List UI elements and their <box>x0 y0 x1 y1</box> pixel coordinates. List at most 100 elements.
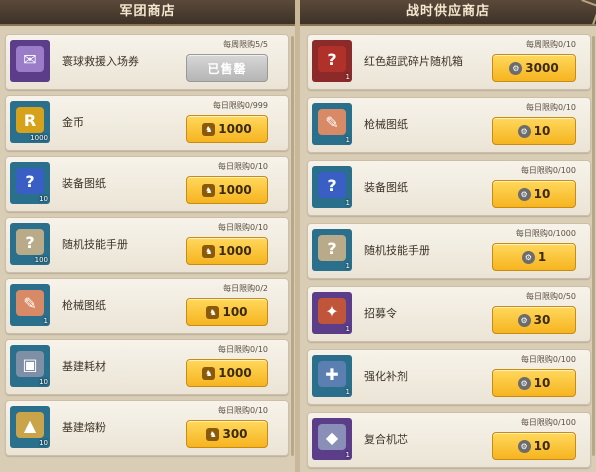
item-glyph: ◆ <box>318 424 346 450</box>
building-powder-icon[interactable]: ▲ 10 <box>10 406 50 448</box>
legion-currency-icon: ♞ <box>206 305 220 319</box>
buy-button[interactable]: ♞ 300 <box>186 420 268 448</box>
purchase-limit: 每日限购0/10 <box>218 345 268 354</box>
buy-button[interactable]: ⚙ 3000 <box>492 54 576 82</box>
item-glyph: ? <box>318 235 346 261</box>
mystery-blueprint-icon[interactable]: ? 10 <box>10 162 50 204</box>
item-name: 枪械图纸 <box>364 118 408 131</box>
item-name: 金币 <box>62 116 84 129</box>
purchase-limit: 每日限购0/2 <box>223 284 268 293</box>
ticket-icon[interactable]: ✉ <box>10 40 50 82</box>
price-label: 10 <box>533 187 551 201</box>
shop-item-row[interactable]: ? 1 装备图纸 每日限购0/100 ⚙ 10 <box>307 160 591 216</box>
buy-button[interactable]: ♞ 1000 <box>186 115 268 143</box>
price-label: 10 <box>533 124 551 138</box>
price-label: 1000 <box>218 244 252 258</box>
supply-token-icon: ⚙ <box>517 187 531 201</box>
item-name: 随机技能手册 <box>364 244 430 257</box>
syringe-icon[interactable]: ✚ 1 <box>312 355 352 397</box>
legion-shop-panel: 军团商店 ✉ 寰球救援入场券 每周限购5/5 已售罄 R 1000 金币 每日限购0/999 ♞… <box>0 0 295 472</box>
shop-item-row[interactable]: ▲ 10 基建熔粉 每日限购0/10 ♞ 300 <box>5 400 289 456</box>
skill-manual-icon[interactable]: ? 1 <box>312 229 352 271</box>
buy-button[interactable]: ⚙ 10 <box>492 117 576 145</box>
left-scrollbar[interactable] <box>291 36 294 456</box>
shop-item-row[interactable]: ▣ 10 基建耗材 每日限购0/10 ♞ 1000 <box>5 339 289 395</box>
supply-token-icon: ⚙ <box>517 439 531 453</box>
item-count: 1000 <box>30 134 48 142</box>
shop-item-row[interactable]: ✦ 1 招募令 每日限购0/50 ⚙ 30 <box>307 286 591 342</box>
supply-token-icon: ⚙ <box>517 313 531 327</box>
shop-item-row[interactable]: ✎ 1 枪械图纸 每日限购0/10 ⚙ 10 <box>307 97 591 153</box>
buy-button[interactable]: ♞ 1000 <box>186 359 268 387</box>
item-glyph: ✎ <box>16 290 44 316</box>
wartime-shop-title: 战时供应商店 <box>300 0 596 26</box>
item-name: 装备图纸 <box>62 177 106 190</box>
purchase-limit: 每日限购0/10 <box>218 162 268 171</box>
item-name: 装备图纸 <box>364 181 408 194</box>
wartime-shop-title-text: 战时供应商店 <box>405 4 490 19</box>
price-label: 300 <box>222 427 248 441</box>
item-count: 10 <box>39 378 48 386</box>
buy-button[interactable]: ♞ 1000 <box>186 237 268 265</box>
purchase-limit: 每日限购0/999 <box>212 101 268 110</box>
supply-token-icon: ⚙ <box>509 61 523 75</box>
item-count: 1 <box>345 325 350 333</box>
item-glyph: ✎ <box>318 109 346 135</box>
price-label: 3000 <box>525 61 559 75</box>
purchase-limit: 每日限购0/100 <box>520 418 576 427</box>
shop-item-row[interactable]: ? 1 随机技能手册 每日限购0/1000 ⚙ 1 <box>307 223 591 279</box>
shop-item-row[interactable]: ? 1 红色超武碎片随机箱 每周限购0/10 ⚙ 3000 <box>307 34 591 90</box>
purchase-limit: 每日限购0/10 <box>218 223 268 232</box>
item-count: 1 <box>345 199 350 207</box>
buy-button[interactable]: ⚙ 30 <box>492 306 576 334</box>
item-glyph: ▲ <box>16 412 44 438</box>
hook-icon <box>575 0 596 25</box>
skill-manual-icon[interactable]: ? 100 <box>10 223 50 265</box>
buy-button[interactable]: ⚙ 10 <box>492 369 576 397</box>
red-crate-icon[interactable]: ? 1 <box>312 40 352 82</box>
gun-blueprint-icon[interactable]: ✎ 1 <box>312 103 352 145</box>
item-count: 100 <box>34 256 48 264</box>
item-name: 基建耗材 <box>62 360 106 373</box>
buy-button[interactable]: ♞ 100 <box>186 298 268 326</box>
shop-item-row[interactable]: ◆ 1 复合机芯 每日限购0/100 ⚙ 10 <box>307 412 591 468</box>
building-material-icon[interactable]: ▣ 10 <box>10 345 50 387</box>
item-glyph: ✦ <box>318 298 346 324</box>
item-count: 10 <box>39 195 48 203</box>
item-glyph: ✉ <box>16 46 44 72</box>
buy-button[interactable]: ⚙ 10 <box>492 432 576 460</box>
shop-item-row[interactable]: ? 10 装备图纸 每日限购0/10 ♞ 1000 <box>5 156 289 212</box>
gun-blueprint-icon[interactable]: ✎ 1 <box>10 284 50 326</box>
item-count: 1 <box>345 388 350 396</box>
price-label: 1000 <box>218 122 252 136</box>
recruit-order-icon[interactable]: ✦ 1 <box>312 292 352 334</box>
item-name: 红色超武碎片随机箱 <box>364 55 463 68</box>
chip-icon[interactable]: ◆ 1 <box>312 418 352 460</box>
item-glyph: ? <box>318 172 346 198</box>
purchase-limit: 每日限购0/100 <box>520 166 576 175</box>
purchase-limit: 每日限购0/50 <box>526 292 576 301</box>
purchase-limit: 每日限购0/100 <box>520 355 576 364</box>
price-label: 10 <box>533 439 551 453</box>
sold-out-label: 已售罄 <box>207 61 247 76</box>
shop-item-row[interactable]: ✎ 1 枪械图纸 每日限购0/2 ♞ 100 <box>5 278 289 334</box>
shop-item-row[interactable]: ? 100 随机技能手册 每日限购0/10 ♞ 1000 <box>5 217 289 273</box>
buy-button[interactable]: ⚙ 10 <box>492 180 576 208</box>
item-name: 招募令 <box>364 307 397 320</box>
legion-currency-icon: ♞ <box>202 183 216 197</box>
purchase-limit: 每日限购0/10 <box>218 406 268 415</box>
shop-item-row[interactable]: ✉ 寰球救援入场券 每周限购5/5 已售罄 <box>5 34 289 90</box>
item-glyph: ✚ <box>318 361 346 387</box>
right-scrollbar[interactable] <box>592 36 595 456</box>
item-glyph: ? <box>318 46 346 72</box>
item-count: 1 <box>43 317 48 325</box>
gold-coin-icon[interactable]: R 1000 <box>10 101 50 143</box>
item-name: 枪械图纸 <box>62 299 106 312</box>
shop-item-row[interactable]: ✚ 1 强化补剂 每日限购0/100 ⚙ 10 <box>307 349 591 405</box>
buy-button[interactable]: ♞ 1000 <box>186 176 268 204</box>
mystery-blueprint-icon[interactable]: ? 1 <box>312 166 352 208</box>
shop-item-row[interactable]: R 1000 金币 每日限购0/999 ♞ 1000 <box>5 95 289 151</box>
buy-button[interactable]: ⚙ 1 <box>492 243 576 271</box>
legion-shop-title: 军团商店 <box>0 0 295 26</box>
item-name: 随机技能手册 <box>62 238 128 251</box>
